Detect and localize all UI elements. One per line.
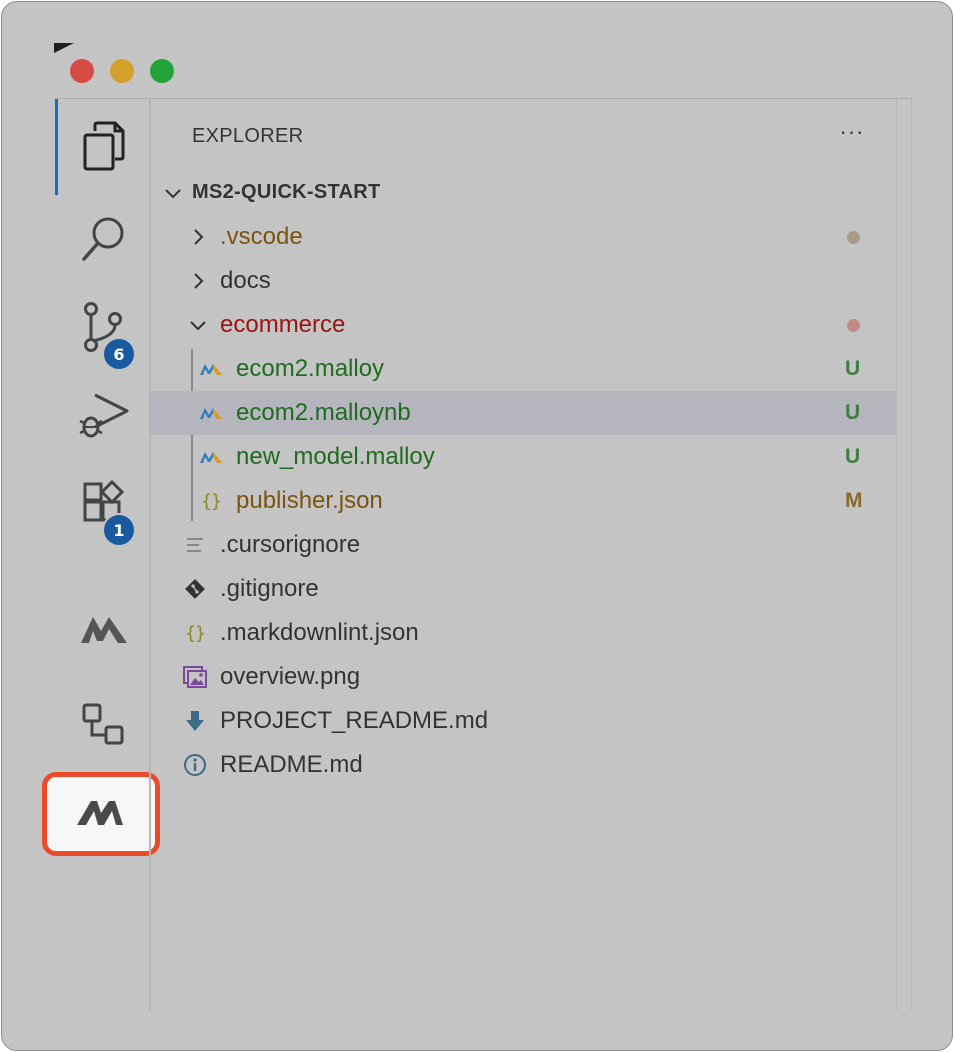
download-file-icon — [183, 709, 207, 733]
editor-window: 6 1 EXPLORER ··· MS2-QUICK-START .vscode… — [1, 1, 953, 1051]
tree-file[interactable]: ecom2.malloynb U — [151, 391, 896, 435]
tree-item-label: .gitignore — [220, 575, 319, 602]
explorer-title: EXPLORER — [192, 125, 304, 147]
activity-malloy[interactable] — [58, 585, 150, 673]
window-corner-mark — [54, 43, 74, 53]
json-file-icon: {} — [185, 622, 206, 644]
activity-source-control[interactable]: 6 — [58, 283, 150, 371]
run-debug-icon — [79, 393, 129, 438]
activity-search[interactable] — [58, 195, 150, 283]
tree-item-label: new_model.malloy — [236, 443, 435, 470]
more-actions-button[interactable]: ··· — [837, 117, 867, 147]
tree-item-label: .vscode — [220, 223, 303, 250]
tree-file[interactable]: PROJECT_README.md — [151, 699, 896, 743]
activity-extensions[interactable]: 1 — [58, 459, 150, 547]
tree-file[interactable]: .gitignore — [151, 567, 896, 611]
text-file-icon — [183, 533, 207, 557]
git-file-icon — [183, 577, 207, 601]
tree-folder[interactable]: .vscode — [151, 215, 896, 259]
tree-file[interactable]: {} .markdownlint.json — [151, 611, 896, 655]
activity-bar: 6 1 — [42, 99, 160, 1011]
tree-folder[interactable]: docs — [151, 259, 896, 303]
malloy-publisher-icon — [77, 801, 123, 825]
tree-item-label: docs — [220, 267, 271, 294]
workspace-root-label: MS2-QUICK-START — [192, 181, 381, 203]
tree-item-label: overview.png — [220, 663, 361, 690]
tree-item-label: .cursorignore — [220, 531, 361, 558]
tree-item-label: PROJECT_README.md — [220, 707, 489, 734]
search-icon — [82, 217, 124, 261]
chevron-down-icon — [190, 321, 206, 331]
malloy-file-icon — [199, 445, 223, 469]
chevron-right-icon — [194, 273, 204, 289]
tree-file[interactable]: {} publisher.json M — [151, 479, 896, 523]
remote-explorer-icon — [82, 703, 124, 745]
info-file-icon — [183, 753, 207, 777]
close-window-button[interactable] — [70, 59, 94, 83]
activity-explorer[interactable] — [58, 103, 150, 191]
tree-item-label: ecom2.malloynb — [236, 399, 411, 426]
extensions-badge: 1 — [104, 515, 134, 545]
tree-item-label: ecommerce — [220, 311, 346, 338]
source-control-badge: 6 — [104, 339, 134, 369]
modified-dot — [847, 319, 860, 332]
tree-file[interactable]: overview.png — [151, 655, 896, 699]
tree-file[interactable]: new_model.malloy U — [151, 435, 896, 479]
json-file-icon: {} — [201, 490, 222, 512]
git-status-badge: U — [845, 357, 861, 380]
explorer-panel: EXPLORER ··· MS2-QUICK-START .vscode docs… — [151, 99, 896, 1011]
tree-file[interactable]: ecom2.malloy U — [151, 347, 896, 391]
explorer-icon — [83, 121, 125, 171]
chevron-right-icon — [194, 229, 204, 245]
activity-malloy-publisher[interactable] — [42, 772, 160, 856]
tree-file[interactable]: README.md — [151, 743, 896, 787]
chevron-down-icon — [165, 189, 181, 199]
zoom-window-button[interactable] — [150, 59, 174, 83]
tree-item-label: .markdownlint.json — [220, 619, 419, 646]
tree-item-label: README.md — [220, 751, 363, 778]
git-status-badge: U — [845, 445, 861, 468]
tree-item-label: publisher.json — [236, 487, 383, 514]
tree-item-label: ecom2.malloy — [236, 355, 385, 382]
git-status-badge: M — [845, 489, 863, 512]
malloy-file-icon — [199, 401, 223, 425]
malloy-file-icon — [199, 357, 223, 381]
image-file-icon — [183, 665, 207, 689]
activity-run-debug[interactable] — [58, 371, 150, 459]
minimize-window-button[interactable] — [110, 59, 134, 83]
git-status-badge: U — [845, 401, 861, 424]
activity-remote-explorer[interactable] — [58, 681, 150, 769]
scrollbar-track[interactable] — [896, 99, 912, 1011]
tree-file[interactable]: .cursorignore — [151, 523, 896, 567]
workspace-root[interactable]: MS2-QUICK-START — [151, 171, 896, 215]
tree-folder[interactable]: ecommerce — [151, 303, 896, 347]
malloy-icon — [81, 617, 127, 643]
modified-dot — [847, 231, 860, 244]
